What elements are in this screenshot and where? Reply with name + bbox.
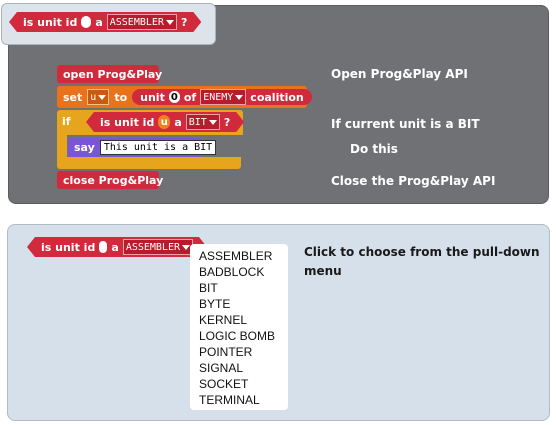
menu-item-byte[interactable]: BYTE: [190, 296, 288, 312]
menu-list: ASSEMBLER BADBLOCK BIT BYTE KERNEL LOGIC…: [190, 244, 288, 408]
example-text-a: a: [111, 240, 119, 254]
unit-type-dropdown[interactable]: ASSEMBLER: [123, 239, 193, 255]
chevron-down-icon: [182, 245, 190, 250]
condition-text-a: a: [174, 115, 182, 129]
dropdown-value: ASSEMBLER: [109, 16, 164, 28]
example-text-is-unit-id: is unit id: [41, 240, 96, 254]
open-block-label: open Prog&Play: [63, 67, 163, 81]
annotation-do: Do this: [350, 142, 398, 156]
unit-slot[interactable]: [99, 241, 107, 253]
to-label: to: [114, 90, 128, 104]
is-unit-id-predicate-block[interactable]: is unit id a ASSEMBLER ?: [9, 12, 201, 32]
condition-question-mark: ?: [223, 115, 231, 129]
menu-item-assembler[interactable]: ASSEMBLER: [190, 248, 288, 264]
predicate-question-mark: ?: [180, 15, 188, 29]
open-prog-play-block[interactable]: open Prog&Play: [57, 65, 163, 83]
say-block[interactable]: say This unit is a BIT: [68, 138, 217, 157]
unit-type-menu[interactable]: ASSEMBLER BADBLOCK BIT BYTE KERNEL LOGIC…: [190, 244, 288, 410]
say-label: say: [74, 141, 95, 154]
coalition-value: ENEMY: [203, 91, 234, 103]
close-block-label: close Prog&Play: [63, 173, 164, 187]
unit-type-dropdown[interactable]: BIT: [186, 114, 220, 130]
if-block-arm: [57, 135, 67, 157]
menu-item-pointer[interactable]: POINTER: [190, 344, 288, 360]
chevron-down-icon: [209, 120, 217, 125]
dropdown-value: BIT: [188, 116, 207, 128]
variable-dropdown[interactable]: u: [87, 89, 110, 105]
predicate-text-is-unit-id: is unit id: [23, 15, 78, 29]
menu-item-terminal[interactable]: TERMINAL: [190, 392, 288, 408]
variable-value: u: [90, 91, 97, 103]
chevron-down-icon: [98, 94, 107, 100]
set-variable-block[interactable]: set u to unit 0 of ENEMY coalition: [57, 86, 312, 108]
set-label: set: [63, 90, 83, 104]
if-label: if: [62, 115, 71, 128]
if-block-bottom: [57, 157, 241, 169]
dropdown-hint: Click to choose from the pull-down menu: [304, 245, 540, 278]
dropdown-value: ASSEMBLER: [125, 241, 180, 253]
unit-variable-reporter[interactable]: u: [158, 115, 170, 129]
menu-item-socket[interactable]: SOCKET: [190, 376, 288, 392]
unit-index-input[interactable]: 0: [168, 91, 180, 103]
condition-text-is-unit-id: is unit id: [100, 115, 155, 129]
of-label: of: [183, 90, 197, 104]
unit-label: unit: [140, 90, 165, 104]
menu-item-badblock[interactable]: BADBLOCK: [190, 264, 288, 280]
unit-slot[interactable]: [81, 16, 91, 28]
chevron-down-icon: [235, 94, 244, 100]
unit-type-dropdown[interactable]: ASSEMBLER: [107, 14, 177, 30]
menu-item-bit[interactable]: BIT: [190, 280, 288, 296]
menu-item-logic-bomb[interactable]: LOGIC BOMB: [190, 328, 288, 344]
annotation-if: If current unit is a BIT: [331, 117, 480, 131]
predicate-text-a: a: [95, 15, 103, 29]
coalition-label: coalition: [250, 90, 304, 104]
annotation-open: Open Prog&Play API: [331, 67, 468, 81]
example-is-unit-id-block[interactable]: is unit id a ASSEMBLER: [27, 237, 207, 257]
menu-item-kernel[interactable]: KERNEL: [190, 312, 288, 328]
unit-of-coalition-reporter[interactable]: unit 0 of ENEMY coalition: [132, 89, 312, 105]
annotation-close: Close the Prog&Play API: [331, 174, 496, 188]
chevron-down-icon: [166, 20, 174, 25]
is-unit-id-condition[interactable]: is unit id u a BIT ?: [86, 112, 244, 132]
coalition-dropdown[interactable]: ENEMY: [200, 89, 247, 105]
close-prog-play-block[interactable]: close Prog&Play: [57, 171, 163, 189]
menu-item-signal[interactable]: SIGNAL: [190, 360, 288, 376]
say-message-input[interactable]: This unit is a BIT: [99, 140, 217, 155]
